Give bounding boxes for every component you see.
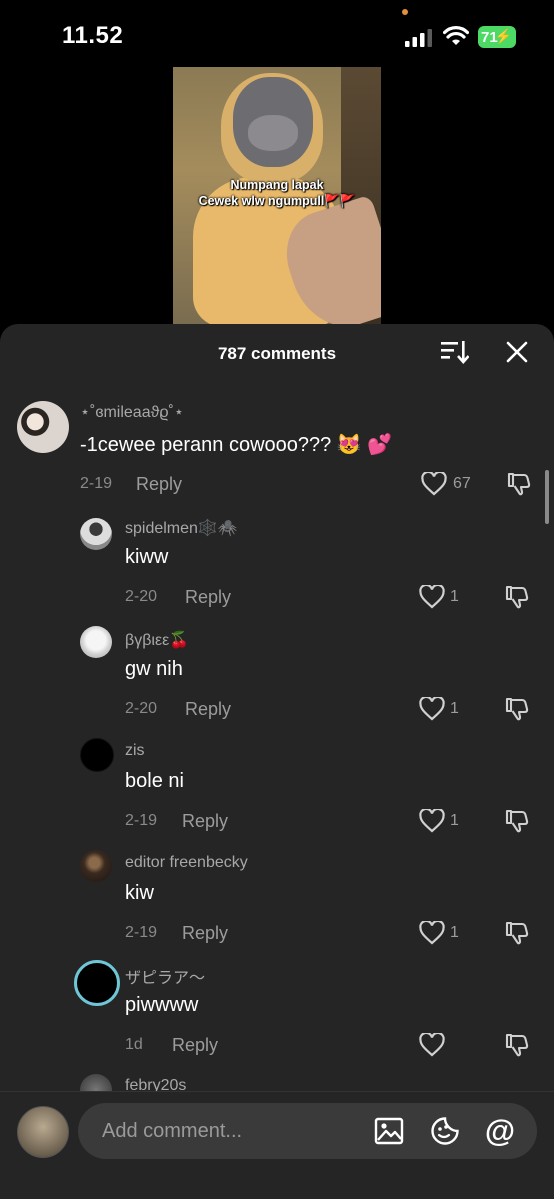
- comment-input-bar: @: [0, 1091, 554, 1199]
- reply-comment-item: spidelmen🕸️🕷️ kiww 2-20 Reply 1: [0, 512, 554, 617]
- video-caption: Numpang lapak Cewek wlw ngumpull🚩🚩: [173, 177, 381, 209]
- comment-username[interactable]: zis: [125, 742, 145, 760]
- dislike-icon[interactable]: [504, 920, 530, 946]
- comment-date: 2-19: [125, 812, 158, 829]
- dislike-icon[interactable]: [504, 1032, 530, 1058]
- comment-input-container[interactable]: @: [78, 1103, 537, 1159]
- like-heart-icon[interactable]: [419, 585, 445, 609]
- comment-username[interactable]: spidelmen🕸️🕷️: [125, 518, 238, 538]
- comments-sheet: 787 comments ⋆˚ɞmileaaϑϱ˚⋆ -1cewee peran…: [0, 324, 554, 1199]
- status-bar: 11.52 71 ⚡: [0, 0, 554, 60]
- reply-comment-item: editor freenbecky kiw 2-19 Reply 1: [0, 848, 554, 953]
- sticker-emoji-icon[interactable]: [430, 1116, 460, 1146]
- comment-date: 2-20: [125, 700, 158, 717]
- like-count: 1: [450, 812, 459, 829]
- comment-username[interactable]: βγβιεε🍒: [125, 630, 189, 650]
- comment-text: -1cewee perann cowooo??? 😻 💕: [80, 434, 393, 456]
- reply-button[interactable]: Reply: [182, 923, 228, 944]
- avatar[interactable]: [80, 738, 114, 772]
- avatar[interactable]: [80, 1074, 112, 1092]
- image-icon[interactable]: [374, 1117, 404, 1145]
- video-caption-line-1: Numpang lapak: [230, 178, 324, 192]
- reply-comment-item: zis bole ni 2-19 Reply 1: [0, 736, 554, 841]
- dislike-icon[interactable]: [506, 471, 532, 497]
- dislike-icon[interactable]: [504, 584, 530, 610]
- like-count: 1: [450, 700, 459, 717]
- like-heart-icon[interactable]: [421, 472, 447, 496]
- plush-snout: [248, 115, 298, 151]
- comment-item: ⋆˚ɞmileaaϑϱ˚⋆ -1cewee perann cowooo??? 😻…: [0, 394, 554, 504]
- sort-icon[interactable]: [441, 340, 469, 364]
- privacy-indicator-dot: [402, 9, 408, 15]
- comment-username[interactable]: ザピラア〜: [125, 964, 205, 988]
- comment-username[interactable]: ⋆˚ɞmileaaϑϱ˚⋆: [80, 402, 184, 422]
- cellular-signal-icon: [405, 29, 432, 47]
- reply-button[interactable]: Reply: [185, 587, 231, 608]
- close-icon[interactable]: [505, 340, 529, 364]
- comment-date: 2-20: [125, 588, 158, 605]
- comment-text: kiw: [125, 882, 154, 904]
- video-caption-line-2: Cewek wlw ngumpull🚩🚩: [198, 194, 356, 208]
- mention-at-icon[interactable]: @: [484, 1114, 516, 1148]
- reply-button[interactable]: Reply: [136, 474, 182, 495]
- comment-username[interactable]: editor freenbecky: [125, 854, 248, 872]
- avatar[interactable]: [80, 626, 112, 658]
- comment-date: 2-19: [125, 924, 158, 941]
- avatar[interactable]: [80, 518, 112, 550]
- current-user-avatar: [17, 1106, 69, 1158]
- comment-username[interactable]: febry20s: [125, 1077, 186, 1092]
- like-count: 67: [453, 475, 471, 492]
- avatar[interactable]: [80, 850, 112, 882]
- comment-text: gw nih: [125, 658, 183, 680]
- reply-comment-item: βγβιεε🍒 gw nih 2-20 Reply 1: [0, 624, 554, 729]
- like-count: 1: [450, 924, 459, 941]
- dislike-icon[interactable]: [504, 696, 530, 722]
- comment-date: 2-19: [80, 475, 113, 492]
- reply-button[interactable]: Reply: [172, 1035, 218, 1056]
- comment-text: piwwww: [125, 994, 199, 1016]
- like-heart-icon[interactable]: [419, 1033, 445, 1057]
- like-heart-icon[interactable]: [419, 697, 445, 721]
- comment-count: 787 comments: [217, 344, 337, 363]
- status-time: 11.52: [62, 22, 124, 49]
- dislike-icon[interactable]: [504, 808, 530, 834]
- comment-date: 1d: [125, 1036, 143, 1053]
- like-heart-icon[interactable]: [419, 809, 445, 833]
- battery-indicator: 71 ⚡: [478, 26, 516, 48]
- video-preview[interactable]: Numpang lapak Cewek wlw ngumpull🚩🚩: [173, 67, 381, 324]
- charging-bolt-icon: ⚡: [494, 28, 512, 44]
- comment-input[interactable]: [102, 1118, 352, 1144]
- comment-text: kiww: [125, 546, 169, 568]
- reply-comment-item: ザピラア〜 piwwww 1d Reply: [0, 958, 554, 1066]
- like-heart-icon[interactable]: [419, 921, 445, 945]
- reply-button[interactable]: Reply: [182, 811, 228, 832]
- wifi-icon: [443, 26, 469, 45]
- story-ring-avatar[interactable]: [74, 960, 120, 1006]
- comments-header: 787 comments: [0, 324, 554, 382]
- reply-comment-item: febry20s: [0, 1072, 554, 1092]
- reply-button[interactable]: Reply: [185, 699, 231, 720]
- like-count: 1: [450, 588, 459, 605]
- avatar[interactable]: [17, 401, 69, 453]
- comment-text: bole ni: [125, 770, 184, 792]
